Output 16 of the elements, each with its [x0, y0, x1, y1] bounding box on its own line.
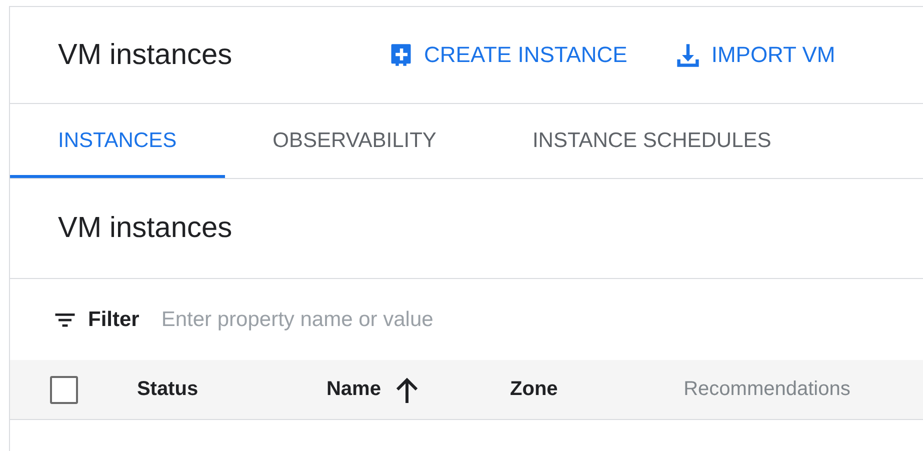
select-all-checkbox[interactable] — [50, 376, 78, 404]
column-header[interactable]: Name — [326, 378, 381, 401]
page-title: VM instances — [58, 38, 234, 72]
download-icon — [675, 42, 702, 68]
column-header[interactable]: Zone — [510, 378, 558, 401]
import-button[interactable]: IMPORT VM — [675, 42, 836, 68]
filter-button[interactable]: Filter — [52, 306, 140, 332]
section-title: VM instances — [58, 212, 232, 245]
column-header[interactable]: Status — [136, 378, 198, 401]
column-header[interactable]: Recommendations — [684, 378, 850, 401]
sort-arrow-icon[interactable] — [394, 376, 419, 402]
tab[interactable]: INSTANCES — [10, 104, 225, 178]
tab[interactable]: OBSERVABILITY — [224, 104, 484, 178]
tab[interactable]: INSTANCE SCHEDULES — [484, 104, 820, 178]
add-box-icon — [388, 42, 414, 68]
create-button[interactable]: CREATE INSTANCE — [388, 42, 628, 68]
